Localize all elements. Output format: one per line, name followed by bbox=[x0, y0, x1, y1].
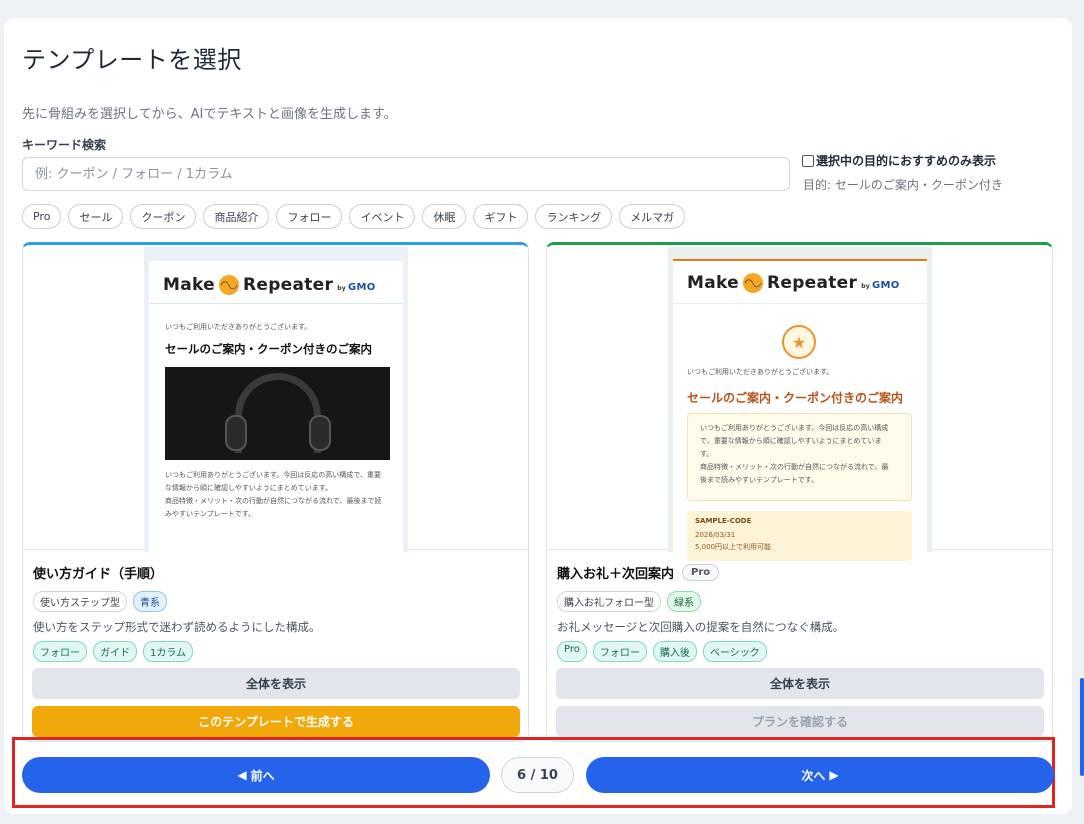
keyword-search-label: キーワード検索 bbox=[22, 138, 107, 152]
generate-with-template-button[interactable]: このテンプレートで生成する bbox=[32, 706, 520, 737]
mail-body-line: 商品特徴・メリット・次の行動が自然につながる流れで、最後まで読 bbox=[165, 497, 382, 505]
purpose-text: 目的: セールのご案内・クーポン付き bbox=[803, 178, 1003, 192]
recommend-checkbox-label: 選択中の目的におすすめのみ表示 bbox=[816, 154, 997, 168]
next-page-button[interactable]: 次へ ▶ bbox=[586, 757, 1054, 793]
check-plan-button[interactable]: プランを確認する bbox=[556, 706, 1044, 737]
card-tag: 1カラム bbox=[143, 641, 194, 662]
mail-note-box: いつもご利用ありがとうございます。今回は反応の高い構成 で、重要な情報から順に確… bbox=[687, 413, 912, 501]
keyword-search-input[interactable] bbox=[22, 157, 790, 191]
card-description: お礼メッセージと次回購入の提案を自然につなぐ構成。 bbox=[557, 620, 845, 634]
filter-chip-gift[interactable]: ギフト bbox=[473, 204, 529, 229]
page-title: テンプレートを選択 bbox=[22, 46, 242, 74]
card-description: 使い方をステップ形式で迷わず読めるようにした構成。 bbox=[33, 620, 321, 634]
card-tag: Pro bbox=[557, 641, 587, 662]
type-tag: 購入お礼フォロー型 bbox=[557, 591, 661, 612]
card-tags: Pro フォロー 購入後 ベーシック bbox=[557, 641, 767, 662]
filter-chip-product[interactable]: 商品紹介 bbox=[203, 204, 270, 229]
mail-preview-frame: Make ◠◡ Repeater by GMO いつもご利用いただきありがとうご… bbox=[144, 247, 408, 561]
mail-greeting: いつもご利用いただきありがとうございます。 bbox=[165, 323, 312, 331]
filter-chip-newsletter[interactable]: メルマガ bbox=[619, 204, 686, 229]
recommend-checkbox[interactable] bbox=[802, 154, 814, 167]
mail-preview: Make ◠◡ Repeater by GMO ★ いつもご利用いただきありがと… bbox=[673, 259, 927, 561]
mail-preview-frame: Make ◠◡ Repeater by GMO ★ いつもご利用いただきありがと… bbox=[668, 247, 932, 561]
color-tag: 緑系 bbox=[667, 591, 701, 612]
card-tag: ベーシック bbox=[702, 641, 767, 662]
triangle-left-icon: ◀ bbox=[237, 768, 247, 782]
template-card: Make ◠◡ Repeater by GMO ★ いつもご利用いただきありがと… bbox=[546, 242, 1053, 742]
filter-chip-coupon[interactable]: クーポン bbox=[130, 204, 197, 229]
divider bbox=[149, 303, 403, 304]
card-title: 使い方ガイド（手順） bbox=[33, 567, 164, 582]
mail-greeting: いつもご利用いただきありがとうございます。 bbox=[687, 368, 834, 376]
mail-body-line: な情報から順に確認しやすいようにまとめています。 bbox=[165, 484, 333, 492]
card-title: 購入お礼＋次回案内 Pro bbox=[557, 563, 720, 582]
card-type-tags: 購入お礼フォロー型 緑系 bbox=[557, 591, 701, 612]
filter-chip-pro[interactable]: Pro bbox=[22, 204, 62, 229]
star-icon: ★ bbox=[782, 325, 816, 359]
triangle-right-icon: ▶ bbox=[829, 768, 839, 782]
card-tag: フォロー bbox=[592, 641, 647, 662]
logo-face-icon: ◠◡ bbox=[742, 273, 763, 293]
mail-heading: セールのご案内・クーポン付きのご案内 bbox=[687, 391, 904, 405]
page-subtitle: 先に骨組みを選択してから、AIでテキストと画像を生成します。 bbox=[22, 107, 397, 122]
card-tag: ガイド bbox=[93, 641, 137, 662]
pro-badge: Pro bbox=[682, 564, 720, 581]
make-repeater-logo: Make ◠◡ Repeater by GMO bbox=[687, 273, 900, 293]
card-tag: 購入後 bbox=[652, 641, 697, 662]
mail-body-line: いつもご利用ありがとうございます。今回は反応の高い構成で、重要 bbox=[165, 471, 382, 479]
next-label: 次へ bbox=[801, 768, 826, 783]
make-repeater-logo: Make ◠◡ Repeater by GMO bbox=[163, 275, 376, 295]
view-full-button[interactable]: 全体を表示 bbox=[32, 668, 520, 699]
template-preview[interactable]: Make ◠◡ Repeater by GMO ★ いつもご利用いただきありがと… bbox=[547, 245, 1052, 561]
mail-preview: Make ◠◡ Repeater by GMO いつもご利用いただきありがとうご… bbox=[149, 261, 403, 561]
page-indicator: 6 / 10 bbox=[501, 757, 574, 793]
filter-chip-follow[interactable]: フォロー bbox=[276, 204, 343, 229]
coupon-code-box: SAMPLE-CODE 2026/03/31 5,000円以上で利用可能 bbox=[687, 511, 912, 561]
filter-chip-ranking[interactable]: ランキング bbox=[535, 204, 613, 229]
divider bbox=[673, 303, 927, 304]
filter-chip-event[interactable]: イベント bbox=[349, 204, 416, 229]
mail-body-line: みやすいテンプレートです。 bbox=[165, 510, 256, 518]
view-full-button[interactable]: 全体を表示 bbox=[556, 668, 1044, 699]
filter-chips: Pro セール クーポン 商品紹介 フォロー イベント 休眠 ギフト ランキング… bbox=[22, 204, 686, 229]
mail-heading: セールのご案内・クーポン付きのご案内 bbox=[165, 342, 372, 356]
template-preview[interactable]: Make ◠◡ Repeater by GMO いつもご利用いただきありがとうご… bbox=[23, 245, 528, 561]
type-tag: 使い方ステップ型 bbox=[33, 591, 127, 612]
card-tags: フォロー ガイド 1カラム bbox=[33, 641, 194, 662]
card-type-tags: 使い方ステップ型 青系 bbox=[33, 591, 167, 612]
logo-face-icon: ◠◡ bbox=[218, 275, 239, 295]
prev-label: 前へ bbox=[250, 768, 275, 783]
color-tag: 青系 bbox=[133, 591, 167, 612]
prev-page-button[interactable]: ◀ 前へ bbox=[22, 757, 490, 793]
filter-chip-dormant[interactable]: 休眠 bbox=[422, 204, 467, 229]
template-card: Make ◠◡ Repeater by GMO いつもご利用いただきありがとうご… bbox=[22, 242, 529, 742]
recommend-only-toggle[interactable]: 選択中の目的におすすめのみ表示 bbox=[802, 152, 996, 169]
scrollbar-edge[interactable] bbox=[1080, 678, 1084, 776]
card-tag: フォロー bbox=[33, 641, 87, 662]
filter-chip-sale[interactable]: セール bbox=[68, 204, 124, 229]
headphones-image bbox=[165, 367, 390, 460]
